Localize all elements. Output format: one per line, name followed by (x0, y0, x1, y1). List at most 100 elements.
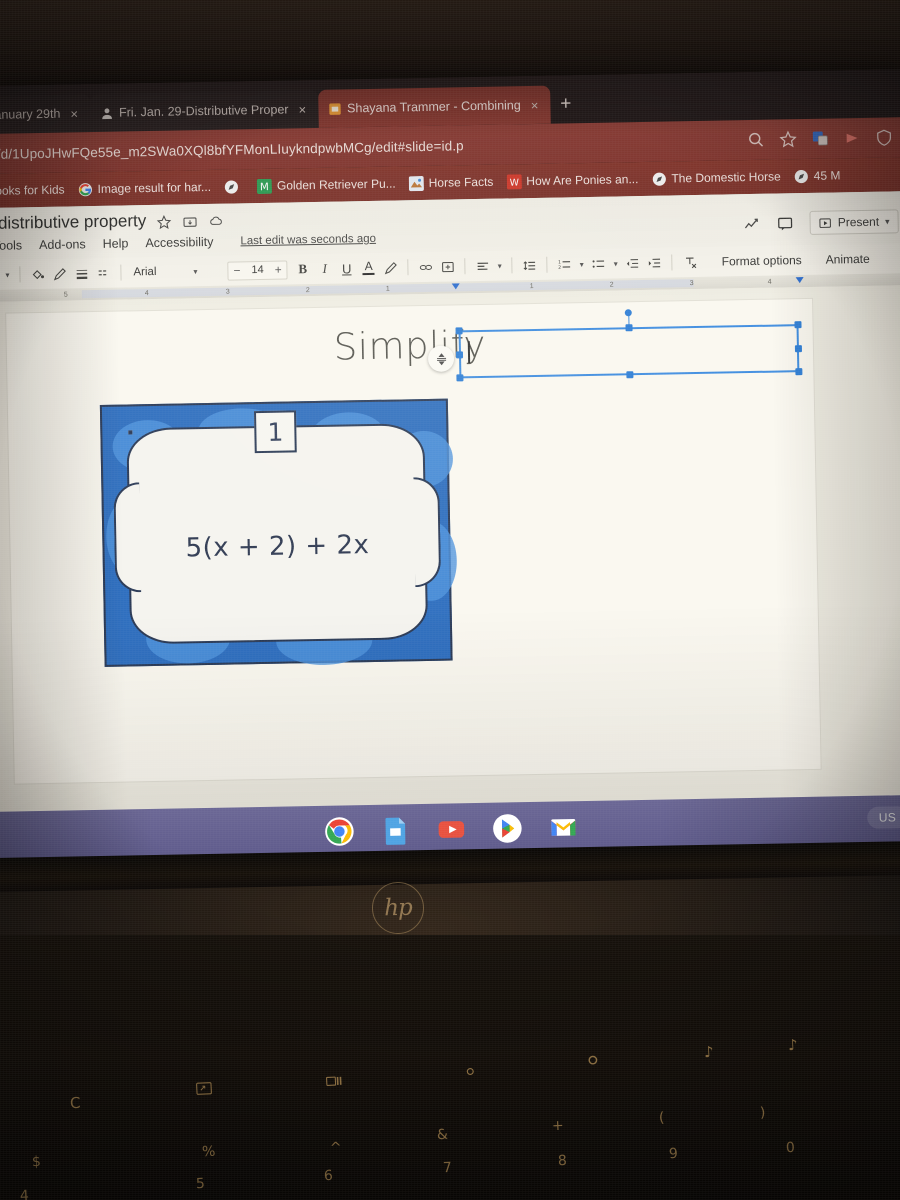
resize-handle-sw[interactable] (456, 374, 464, 382)
key-open-paren[interactable]: ( (659, 1110, 665, 1126)
zoom-caret-icon[interactable]: ▾ (1, 270, 13, 279)
indent-increase-icon[interactable] (643, 251, 665, 275)
current-slide[interactable]: Simplify 1 5(x + 2) + 2x (6, 298, 821, 784)
numbered-list-icon[interactable]: 12 (553, 252, 575, 276)
resize-handle-ne[interactable] (794, 321, 802, 329)
cast-icon[interactable] (843, 129, 861, 147)
last-edit-status[interactable]: Last edit was seconds ago (240, 233, 376, 247)
google-slides-icon[interactable] (380, 815, 411, 846)
font-family-select[interactable]: Arial (127, 265, 189, 278)
cloud-saved-icon[interactable] (208, 214, 223, 229)
key-7[interactable]: 7 (443, 1160, 453, 1176)
play-store-icon[interactable] (492, 813, 523, 844)
ruler-indent-marker[interactable] (451, 283, 460, 290)
menu-accessibility[interactable]: Accessibility (145, 235, 213, 250)
font-size-value[interactable]: 14 (245, 264, 269, 276)
clear-formatting-icon[interactable] (678, 250, 700, 274)
font-caret-icon[interactable]: ▾ (189, 267, 201, 276)
chrome-icon[interactable] (324, 816, 355, 847)
star-icon[interactable] (779, 130, 797, 148)
vertical-drag-handle[interactable] (427, 345, 455, 372)
key-caret[interactable]: ^ (330, 1140, 342, 1157)
bookmark-2[interactable] (224, 179, 244, 194)
gmail-icon[interactable] (548, 812, 579, 843)
document-title[interactable]: / distributive property (0, 211, 146, 234)
bulleted-list-icon[interactable] (587, 252, 609, 276)
resize-handle-e[interactable] (794, 344, 803, 352)
move-to-folder-icon[interactable] (182, 214, 197, 229)
key-4[interactable]: 4 (20, 1188, 30, 1200)
align-caret-icon[interactable]: ▾ (494, 261, 506, 270)
insert-image-icon[interactable] (436, 254, 458, 278)
browser-tab-2[interactable]: Shayana Trammer - Combining × (317, 85, 551, 128)
tab-close-icon[interactable]: × (527, 97, 543, 112)
bookmark-0[interactable]: - Books for Kids (0, 183, 65, 199)
star-icon[interactable] (156, 214, 172, 230)
address-bar[interactable]: n/d/1UpoJHwFQe55e_m2SWa0XQl8bfYFMonLIuyk… (0, 138, 464, 162)
italic-button[interactable]: I (314, 257, 336, 281)
bookmark-5[interactable]: W How Are Ponies an... (506, 172, 639, 189)
bookmark-3[interactable]: M Golden Retriever Pu... (256, 176, 396, 194)
present-caret-icon[interactable]: ▾ (885, 216, 890, 227)
key-percent[interactable]: % (202, 1144, 216, 1161)
bookmark-6[interactable]: The Domestic Horse (651, 169, 781, 186)
activity-icon[interactable] (744, 215, 761, 232)
key-5[interactable]: 5 (196, 1176, 206, 1192)
ruler-right-indent-marker[interactable] (795, 277, 804, 284)
selected-text-box[interactable] (455, 309, 803, 382)
key-volume-down-icon[interactable]: ♪ (788, 1036, 798, 1054)
key-dollar[interactable]: $ (32, 1154, 42, 1170)
extension-icon[interactable] (811, 130, 829, 148)
new-tab-button[interactable]: + (560, 93, 572, 115)
format-options-button[interactable]: Format options (714, 248, 808, 274)
bulleted-list-caret-icon[interactable]: ▾ (610, 259, 622, 268)
key-ampersand[interactable]: & (437, 1127, 449, 1143)
browser-tab-1[interactable]: Fri. Jan. 29-Distributive Proper × (89, 89, 319, 133)
browser-tab-0[interactable]: - January 29th × (0, 94, 91, 135)
comment-icon[interactable] (777, 215, 794, 232)
border-dash-icon[interactable] (92, 261, 114, 285)
youtube-icon[interactable] (436, 814, 467, 845)
animate-button[interactable]: Animate (819, 247, 877, 272)
key-8[interactable]: 8 (558, 1153, 568, 1169)
paint-bucket-icon[interactable] (26, 262, 48, 286)
search-icon[interactable] (747, 131, 765, 149)
present-button[interactable]: Present ▾ (809, 209, 899, 235)
key-0[interactable]: 0 (786, 1140, 796, 1156)
bookmark-1[interactable]: Image result for har... (77, 179, 211, 196)
bookmark-7[interactable]: 45 M (794, 168, 841, 184)
link-icon[interactable] (414, 255, 436, 279)
key-6[interactable]: 6 (324, 1168, 334, 1184)
font-size-decrease-button[interactable]: − (228, 263, 245, 277)
resize-handle-w[interactable] (455, 350, 464, 358)
key-9[interactable]: 9 (669, 1146, 679, 1162)
menu-help[interactable]: Help (103, 236, 129, 250)
align-left-icon[interactable] (471, 254, 493, 278)
resize-handle-se[interactable] (795, 368, 803, 376)
menu-addons[interactable]: Add-ons (39, 237, 86, 252)
tab-close-icon[interactable]: × (294, 102, 310, 117)
key-plus[interactable]: + (552, 1118, 564, 1135)
highlight-icon[interactable] (379, 255, 401, 279)
key-c[interactable]: C (70, 1094, 81, 1112)
menu-tools[interactable]: Tools (0, 238, 22, 253)
resize-handle-nw[interactable] (455, 327, 463, 335)
shield-icon[interactable] (875, 128, 893, 146)
resize-handle-s[interactable] (625, 371, 633, 379)
text-color-button[interactable]: A (357, 256, 379, 280)
resize-handle-n[interactable] (624, 324, 633, 332)
font-size-stepper[interactable]: − 14 + (227, 260, 288, 281)
line-spacing-icon[interactable] (518, 253, 540, 277)
underline-button[interactable]: U (335, 256, 357, 280)
key-close-paren[interactable]: ) (760, 1105, 766, 1121)
shelf-status-area[interactable]: US (866, 806, 900, 829)
pen-icon[interactable] (48, 261, 70, 285)
rotation-handle[interactable] (624, 309, 632, 317)
key-volume-mute-icon[interactable]: ♪ (704, 1043, 714, 1061)
font-size-increase-button[interactable]: + (270, 263, 287, 277)
key-fullscreen-icon[interactable] (196, 1082, 213, 1096)
key-window-overview-icon[interactable] (326, 1075, 343, 1089)
bookmark-4[interactable]: Horse Facts (408, 174, 494, 191)
tab-close-icon[interactable]: × (66, 106, 82, 121)
bold-button[interactable]: B (292, 257, 314, 281)
